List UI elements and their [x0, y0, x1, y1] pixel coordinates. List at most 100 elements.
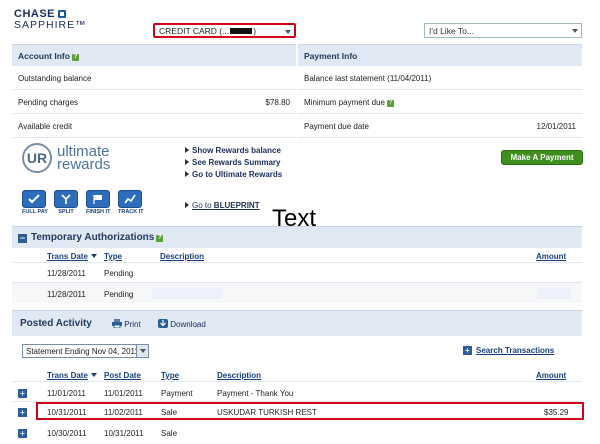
- table-cell: Sale: [161, 408, 178, 417]
- row-label: Minimum payment due?: [304, 98, 394, 107]
- full-pay-tool[interactable]: FULL PAY: [22, 190, 48, 215]
- print-button[interactable]: Print: [112, 319, 141, 329]
- payment-row-due-date: Payment due date 12/01/2011: [298, 114, 582, 138]
- temp-auth-title: Temporary Authorizations: [31, 232, 155, 243]
- finish-it-tool[interactable]: FINISH IT: [86, 190, 110, 215]
- arrow-right-icon: [185, 171, 189, 177]
- payment-row-minimum: Minimum payment due?: [298, 90, 582, 114]
- temp-auth-header[interactable]: − Temporary Authorizations?: [12, 226, 582, 248]
- help-icon[interactable]: ?: [386, 100, 394, 107]
- table-cell: USKUDAR TURKISH REST: [217, 408, 317, 417]
- chevron-down-icon: [285, 30, 291, 34]
- print-label: Print: [124, 320, 141, 329]
- chase-octagon-icon: [58, 10, 67, 18]
- table-cell: 10/30/2011: [47, 429, 87, 438]
- id-like-to-select[interactable]: I'd Like To...: [424, 23, 582, 38]
- help-icon[interactable]: ?: [71, 54, 79, 61]
- payment-row-balance: Balance last statement (11/04/2011): [298, 66, 582, 90]
- account-select-suffix: ): [253, 26, 257, 36]
- table-cell: 11/28/2011: [47, 269, 86, 278]
- go-to-blueprint-link[interactable]: Go to BLUEPRINT: [185, 200, 260, 212]
- expand-row-icon[interactable]: +: [18, 408, 27, 417]
- row-divider: [12, 262, 582, 263]
- payment-info-header: Payment Info: [298, 44, 582, 66]
- track-it-tool[interactable]: TRACK IT: [118, 190, 144, 215]
- row-value: 12/01/2011: [536, 122, 576, 131]
- posted-activity-header: [12, 310, 582, 336]
- ur-wordmark: ultimate rewards: [57, 144, 111, 173]
- col-label: Trans Date: [47, 371, 88, 380]
- expand-row-icon[interactable]: +: [18, 429, 27, 438]
- arrow-right-icon: [185, 147, 189, 153]
- table-cell: Pending: [104, 269, 134, 278]
- blueprint-prefix: Go to: [192, 201, 214, 210]
- col-type[interactable]: Type: [104, 252, 122, 261]
- col-type[interactable]: Type: [161, 371, 179, 380]
- col-description[interactable]: Description: [160, 252, 204, 261]
- minimum-label: Minimum payment due: [304, 98, 385, 107]
- col-amount[interactable]: Amount: [536, 252, 566, 261]
- arrow-right-icon: [185, 159, 189, 165]
- see-rewards-summary-link[interactable]: See Rewards Summary: [185, 157, 282, 169]
- payment-info-title: Payment Info: [304, 51, 358, 61]
- plus-icon: +: [463, 346, 472, 355]
- help-icon[interactable]: ?: [156, 235, 164, 242]
- download-icon: [158, 319, 168, 328]
- tool-label: SPLIT: [58, 209, 74, 215]
- table-cell: Sale: [161, 429, 178, 438]
- sort-down-icon: [90, 254, 97, 258]
- chevron-down-icon: [136, 345, 148, 357]
- table-cell: Pending: [104, 290, 134, 299]
- tool-label: TRACK IT: [118, 209, 144, 215]
- row-label: Available credit: [18, 122, 73, 131]
- expand-row-icon[interactable]: +: [18, 389, 27, 398]
- account-select[interactable]: CREDIT CARD (...): [153, 23, 296, 38]
- table-cell: 11/01/2011: [47, 389, 86, 398]
- statement-select-value: Statement Ending Nov 04, 2011: [26, 347, 139, 356]
- row-label: Outstanding balance: [18, 74, 92, 83]
- arrow-right-icon: [185, 202, 189, 208]
- col-description[interactable]: Description: [217, 371, 261, 380]
- col-trans-date[interactable]: Trans Date: [47, 371, 97, 380]
- posted-activity-title: Posted Activity: [20, 318, 92, 329]
- table-cell: 10/31/2011: [47, 408, 87, 417]
- header: CHASE SAPPHIRE™ CREDIT CARD (...) I'd Li…: [0, 0, 600, 42]
- ur-text-line2: rewards: [57, 156, 111, 173]
- collapse-icon[interactable]: −: [18, 234, 27, 243]
- download-label: Download: [170, 320, 206, 329]
- ur-mark-icon: UR: [22, 143, 52, 173]
- make-a-payment-button[interactable]: Make A Payment: [501, 150, 583, 165]
- col-post-date[interactable]: Post Date: [104, 371, 141, 380]
- link-label: See Rewards Summary: [192, 158, 281, 167]
- account-row-pending: Pending charges $78.80: [12, 90, 296, 114]
- rewards-links: Show Rewards balance See Rewards Summary…: [185, 145, 282, 181]
- tool-label: FULL PAY: [22, 209, 48, 215]
- col-amount[interactable]: Amount: [536, 371, 566, 380]
- account-select-prefix: CREDIT CARD (...: [159, 26, 230, 36]
- table-cell: 10/31/2011: [104, 429, 144, 438]
- table-cell: Payment - Thank You: [217, 389, 294, 398]
- account-row-outstanding: Outstanding balance: [12, 66, 296, 90]
- statement-select[interactable]: Statement Ending Nov 04, 2011: [22, 344, 149, 358]
- col-trans-date[interactable]: Trans Date: [47, 252, 97, 261]
- account-info-title: Account Info: [18, 51, 70, 61]
- search-transactions-link[interactable]: Search Transactions: [476, 346, 554, 355]
- finish-flag-icon: [86, 190, 110, 208]
- row-label: Balance last statement (11/04/2011): [304, 74, 432, 83]
- split-tool[interactable]: SPLIT: [54, 190, 78, 215]
- redacted-amount: [537, 288, 571, 299]
- id-like-to-label: I'd Like To...: [429, 26, 474, 36]
- table-cell: 11/02/2011: [104, 408, 143, 417]
- redacted-account-number: [230, 28, 253, 34]
- blueprint-bold: BLUEPRINT: [213, 201, 260, 210]
- show-rewards-balance-link[interactable]: Show Rewards balance: [185, 145, 282, 157]
- table-cell: 11/01/2011: [104, 389, 143, 398]
- chase-sapphire-logo[interactable]: CHASE SAPPHIRE™: [14, 9, 87, 31]
- go-to-ultimate-rewards-link[interactable]: Go to Ultimate Rewards: [185, 169, 282, 181]
- download-button[interactable]: Download: [158, 319, 206, 329]
- ultimate-rewards-logo[interactable]: UR ultimate rewards: [22, 143, 122, 177]
- table-cell: Payment: [161, 389, 193, 398]
- chevron-down-icon: [572, 29, 578, 33]
- dd-arrow: [140, 349, 146, 353]
- table-cell: $35.29: [544, 408, 569, 417]
